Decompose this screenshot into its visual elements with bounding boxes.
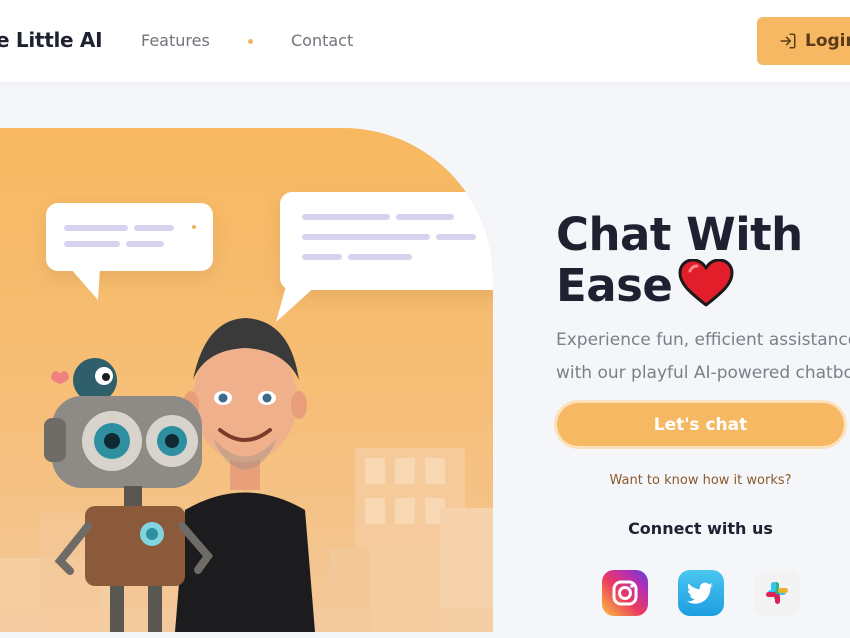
nav-link-contact[interactable]: Contact <box>291 31 353 50</box>
slack-icon[interactable] <box>754 570 800 616</box>
hero-title-line1: Chat With <box>556 208 803 261</box>
login-icon <box>780 33 796 49</box>
speech-bubble-tail-large <box>276 286 316 322</box>
top-navbar: e Little AI Features Contact Login <box>0 0 850 82</box>
connect-heading: Connect with us <box>628 519 773 538</box>
hero-title: Chat With Ease <box>556 210 803 310</box>
hero-title-line2: Ease <box>556 259 673 312</box>
login-label: Login <box>805 31 850 51</box>
heart-icon <box>678 259 734 307</box>
hero-subtitle-line2: with our playful AI-powered chatbot <box>556 363 850 383</box>
lets-chat-button[interactable]: Let's chat <box>557 403 844 446</box>
hero-subtitle-line1: Experience fun, efficient assistance <box>556 330 850 350</box>
twitter-icon[interactable] <box>678 570 724 616</box>
how-it-works-link[interactable]: Want to know how it works? <box>557 473 844 488</box>
hero-illustration-card <box>0 128 493 632</box>
login-button[interactable]: Login <box>757 17 850 65</box>
speech-bubble-large <box>280 192 493 290</box>
nav-link-features[interactable]: Features <box>141 31 210 50</box>
hero-subtitle: Experience fun, efficient assistance wit… <box>556 324 850 390</box>
nav-separator-dot <box>248 39 253 44</box>
speech-bubble-small <box>46 203 213 271</box>
brand-logo-text[interactable]: e Little AI <box>0 28 103 52</box>
instagram-icon[interactable] <box>602 570 648 616</box>
speech-bubble-tail-small <box>70 268 100 300</box>
robot-character-illustration <box>44 358 214 632</box>
